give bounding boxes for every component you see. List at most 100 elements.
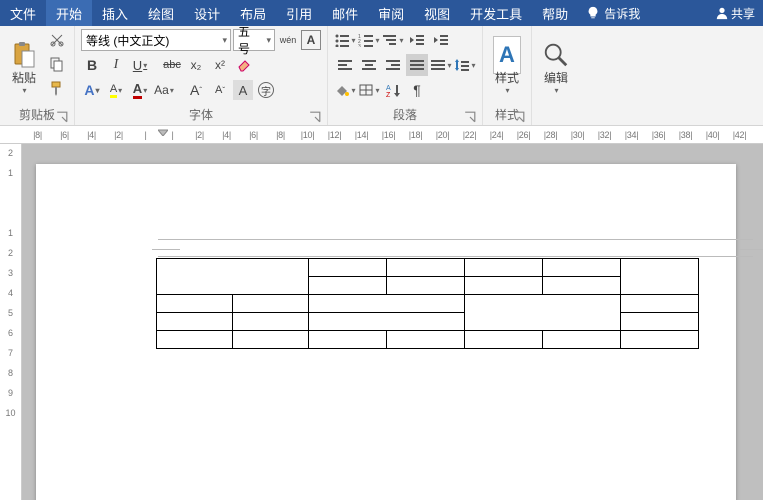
bullets-icon [334, 33, 350, 47]
tab-review[interactable]: 审阅 [368, 0, 414, 26]
cursor-guide [158, 239, 753, 257]
document-table[interactable] [156, 258, 699, 349]
tab-references[interactable]: 引用 [276, 0, 322, 26]
eraser-icon [236, 57, 252, 73]
justify-icon [409, 58, 425, 72]
line-spacing-button[interactable]: ▾ [454, 54, 476, 76]
strikethrough-button[interactable]: abc [161, 54, 183, 76]
align-right-button[interactable] [382, 54, 404, 76]
superscript-button[interactable]: x² [209, 54, 231, 76]
vertical-ruler[interactable]: 2112345678910 [0, 144, 22, 500]
numbering-icon: 123 [358, 33, 374, 47]
font-name-select[interactable]: 等线 (中文正文) [81, 29, 231, 51]
justify-button[interactable] [406, 54, 428, 76]
tab-mail[interactable]: 邮件 [322, 0, 368, 26]
subscript-button[interactable]: x₂ [185, 54, 207, 76]
font-name-value: 等线 (中文正文) [86, 32, 169, 49]
tab-home[interactable]: 开始 [46, 0, 92, 26]
editing-label: 编辑 [544, 69, 568, 86]
sort-button[interactable]: AZ [382, 79, 404, 101]
chevron-down-icon: ▾ [505, 86, 509, 95]
styles-button[interactable]: A 样式 ▾ [489, 29, 525, 107]
pilcrow-icon: ¶ [413, 82, 421, 98]
tell-me-label: 告诉我 [604, 5, 640, 22]
styles-icon: A [493, 41, 521, 69]
tab-help[interactable]: 帮助 [532, 0, 578, 26]
shading-button[interactable]: ▾ [334, 79, 356, 101]
cut-button[interactable] [46, 29, 68, 51]
underline-button[interactable]: U▾ [129, 54, 151, 76]
align-center-button[interactable] [358, 54, 380, 76]
align-right-icon [385, 58, 401, 72]
distributed-button[interactable]: ▾ [430, 54, 452, 76]
clipboard-label: 剪贴板 [19, 108, 55, 122]
phonetic-guide-button[interactable]: wén [277, 29, 299, 51]
page[interactable] [36, 164, 736, 500]
show-marks-button[interactable]: ¶ [406, 79, 428, 101]
tab-developer[interactable]: 开发工具 [460, 0, 532, 26]
bucket-icon [334, 83, 350, 97]
group-clipboard: 粘贴 ▾ 剪贴板 [0, 26, 75, 125]
lightbulb-icon [586, 6, 600, 20]
share-button[interactable]: 共享 [707, 5, 763, 22]
svg-text:Z: Z [386, 92, 391, 97]
highlight-button[interactable]: A▾ [105, 79, 127, 101]
dialog-launcher-icon[interactable] [513, 111, 525, 123]
decrease-indent-button[interactable] [406, 29, 428, 51]
italic-button[interactable]: I [105, 54, 127, 76]
indent-marker-icon[interactable] [158, 126, 168, 136]
styles-label: 样式 [495, 69, 519, 86]
chevron-down-icon: ▾ [554, 86, 558, 95]
paste-button[interactable]: 粘贴 ▾ [6, 29, 42, 107]
bullets-button[interactable]: ▾ [334, 29, 356, 51]
person-icon [715, 6, 729, 20]
group-styles: A 样式 ▾ 样式 [483, 26, 532, 125]
tab-insert[interactable]: 插入 [92, 0, 138, 26]
increase-indent-button[interactable] [430, 29, 452, 51]
numbering-button[interactable]: 123▾ [358, 29, 380, 51]
bold-button[interactable]: B [81, 54, 103, 76]
format-painter-button[interactable] [46, 77, 68, 99]
tell-me[interactable]: 告诉我 [578, 0, 648, 26]
font-color-button[interactable]: A▾ [129, 79, 151, 101]
horizontal-ruler[interactable]: |8||6||4||2||||2||4||6||8||10||12||14||1… [0, 126, 763, 144]
change-case-button[interactable]: Aa▾ [153, 79, 175, 101]
tab-draw[interactable]: 绘图 [138, 0, 184, 26]
find-icon [542, 41, 570, 69]
dialog-launcher-icon[interactable] [309, 111, 321, 123]
copy-icon [49, 56, 65, 72]
borders-button[interactable]: ▾ [358, 79, 380, 101]
distributed-icon [430, 58, 446, 72]
char-border-button[interactable]: A [301, 30, 321, 50]
document-canvas[interactable] [22, 144, 763, 500]
chevron-down-icon: ▾ [22, 86, 26, 95]
multilevel-button[interactable]: ▾ [382, 29, 404, 51]
font-size-value: 五号 [238, 23, 258, 57]
shrink-font-button[interactable]: Aˇ [209, 79, 231, 101]
group-font: 等线 (中文正文) 五号 wén A B I U▾ abc x₂ x² A▾ [75, 26, 328, 125]
tab-design[interactable]: 设计 [184, 0, 230, 26]
tab-file[interactable]: 文件 [0, 0, 46, 26]
outdent-icon [409, 33, 425, 47]
group-paragraph: ▾ 123▾ ▾ ▾ ▾ ▾ ▾ AZ [328, 26, 483, 125]
align-left-button[interactable] [334, 54, 356, 76]
dialog-launcher-icon[interactable] [464, 111, 476, 123]
align-left-icon [337, 58, 353, 72]
editing-button[interactable]: 编辑 ▾ [538, 29, 574, 107]
sort-icon: AZ [385, 83, 401, 97]
grow-font-button[interactable]: Aˆ [185, 79, 207, 101]
text-effect-button[interactable]: A▾ [81, 79, 103, 101]
paste-icon [10, 41, 38, 69]
clear-format-button[interactable] [233, 54, 255, 76]
scissors-icon [49, 32, 65, 48]
svg-text:A: A [386, 85, 391, 92]
font-group-label: 字体 [189, 108, 213, 122]
dialog-launcher-icon[interactable] [56, 111, 68, 123]
paragraph-group-label: 段落 [393, 108, 417, 122]
copy-button[interactable] [46, 53, 68, 75]
brush-icon [49, 80, 65, 96]
tab-view[interactable]: 视图 [414, 0, 460, 26]
enclose-char-button[interactable]: 字 [255, 79, 277, 101]
font-size-select[interactable]: 五号 [233, 29, 275, 51]
char-shading-button[interactable]: A [233, 80, 253, 100]
